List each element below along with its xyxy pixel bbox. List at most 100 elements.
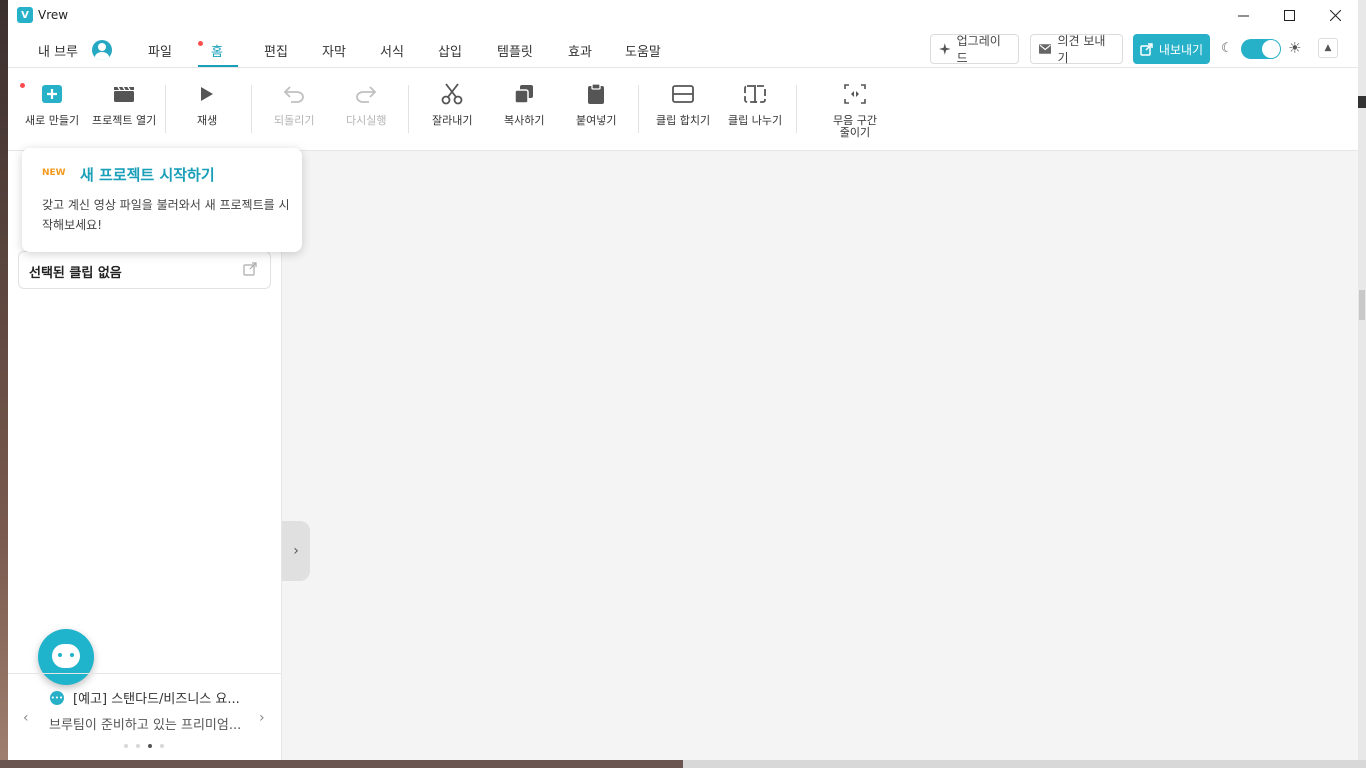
chevron-right-icon[interactable]: › [259,710,265,726]
menu-bar: 내 브루 파일 홈 편집 자막 서식 삽입 템플릿 효과 도움말 업그레이드 의… [8,32,1358,68]
new-project-button[interactable]: 새로 만들기 [25,81,79,127]
undo-button[interactable]: 되돌리기 [274,81,314,127]
chevron-right-icon: › [293,543,299,559]
paste-button[interactable]: 붙여넣기 [576,81,616,127]
tab-format[interactable]: 서식 [380,41,404,60]
redo-button[interactable]: 다시실행 [346,81,386,127]
play-label: 재생 [197,114,218,127]
tab-insert[interactable]: 삽입 [438,41,462,60]
upgrade-button[interactable]: 업그레이드 [930,34,1019,65]
app-logo-icon: V [17,7,33,23]
chat-bubble-icon: ••• [50,691,64,705]
carousel-dots [124,744,164,748]
user-menu-label[interactable]: 내 브루 [38,41,78,60]
copy-icon [514,85,534,104]
mail-icon [1039,44,1052,54]
undo-label: 되돌리기 [274,114,315,127]
toolbar-divider [796,85,797,133]
merge-icon [672,85,694,103]
carousel-dot[interactable] [136,744,140,748]
notice-title[interactable]: [예고] 스탠다드/비즈니스 요... [73,688,240,707]
paste-label: 붙여넣기 [576,114,617,127]
selected-clip-card[interactable]: 선택된 클립 없음 [18,251,271,289]
upgrade-label: 업그레이드 [956,34,1001,65]
new-badge: NEW [42,168,66,178]
cut-button[interactable]: 잘라내기 [432,81,472,127]
title-bar: V Vrew [8,0,1358,32]
carousel-dot-active[interactable] [148,744,152,748]
editor-main-area [282,151,1358,760]
new-project-label: 새로 만들기 [25,114,80,127]
maximize-button[interactable] [1266,0,1312,30]
add-icon [42,85,63,103]
desktop-bottom-edge [0,760,1366,768]
minimize-icon [1237,15,1249,16]
reduce-silence-button[interactable]: 무음 구간 줄이기 [833,81,877,139]
reduce-silence-icon [844,84,866,104]
tooltip-description: 갖고 계신 영상 파일을 불러와서 새 프로젝트를 시작해보세요! [42,198,290,232]
maximize-icon [1283,9,1295,21]
tab-edit[interactable]: 편집 [264,41,288,60]
tooltip-title: 새 프로젝트 시작하기 [80,166,215,184]
chat-icon [52,644,80,668]
notice-body[interactable]: 브루팀이 준비하고 있는 프리미엄... [49,714,241,733]
moon-icon: ☾ [1221,41,1233,56]
undo-icon [283,86,305,103]
chevron-up-icon: ▲ [1324,43,1332,53]
tab-help[interactable]: 도움말 [625,41,661,60]
play-button[interactable]: 재생 [197,81,217,127]
copy-button[interactable]: 복사하기 [504,81,544,127]
toolbar-divider [408,85,409,133]
export-button[interactable]: 내보내기 [1133,34,1210,64]
scissors-icon [441,83,463,105]
tab-effects[interactable]: 효과 [568,41,592,60]
notification-dot [198,41,203,46]
background-window-scrollbar [1358,0,1366,768]
open-project-button[interactable]: 프로젝트 열기 [92,81,156,127]
minimize-button[interactable] [1220,0,1266,30]
app-title: Vrew [38,8,69,22]
redo-label: 다시실행 [346,114,387,127]
feedback-label: 의견 보내기 [1057,34,1106,65]
external-link-icon[interactable] [243,262,257,276]
theme-toggle[interactable] [1241,39,1281,59]
merge-clips-button[interactable]: 클립 합치기 [656,81,710,127]
split-icon [744,85,766,103]
copy-label: 복사하기 [504,114,545,127]
active-tab-indicator [198,65,238,67]
vrew-window: V Vrew 내 브루 파일 홈 편집 자막 서식 삽입 템플릿 효과 도움말 … [8,0,1358,760]
ribbon-toolbar: 새로 만들기 프로젝트 열기 재생 되돌리기 다시실행 잘라내기 복사하기 붙여… [8,69,1358,151]
sparkle-icon [939,43,951,55]
clapperboard-icon [114,86,135,102]
export-label: 내보내기 [1158,42,1204,57]
toolbar-divider [638,85,639,133]
open-project-label: 프로젝트 열기 [92,114,157,127]
cut-label: 잘라내기 [432,114,473,127]
carousel-dot[interactable] [124,744,128,748]
chevron-left-icon[interactable]: ‹ [23,710,29,726]
desktop-background-edge [0,0,8,768]
tab-home[interactable]: 홈 [211,41,223,60]
split-clips-label: 클립 나누기 [728,114,783,127]
merge-clips-label: 클립 합치기 [656,114,711,127]
new-project-tooltip[interactable]: NEW 새 프로젝트 시작하기 갖고 계신 영상 파일을 불러와서 새 프로젝트… [22,148,302,252]
toolbar-divider [165,85,166,133]
sun-icon: ☀ [1288,39,1302,57]
toolbar-divider [251,85,252,133]
clip-status-text: 선택된 클립 없음 [29,266,122,281]
avatar-icon[interactable] [92,40,112,60]
notice-carousel: ••• [예고] 스탠다드/비즈니스 요... 브루팀이 준비하고 있는 프리미… [8,673,282,760]
tab-file[interactable]: 파일 [148,41,172,60]
expand-panel-handle[interactable]: › [282,521,310,581]
external-link-icon [1140,42,1153,56]
close-button[interactable] [1312,0,1358,30]
tab-template[interactable]: 템플릿 [497,41,533,60]
clipboard-icon [588,83,605,104]
tab-subtitle[interactable]: 자막 [322,41,346,60]
close-icon [1329,9,1341,21]
redo-icon [356,86,377,103]
feedback-button[interactable]: 의견 보내기 [1030,34,1123,65]
split-clips-button[interactable]: 클립 나누기 [728,81,782,127]
carousel-dot[interactable] [160,744,164,748]
collapse-ribbon-button[interactable]: ▲ [1318,38,1338,58]
